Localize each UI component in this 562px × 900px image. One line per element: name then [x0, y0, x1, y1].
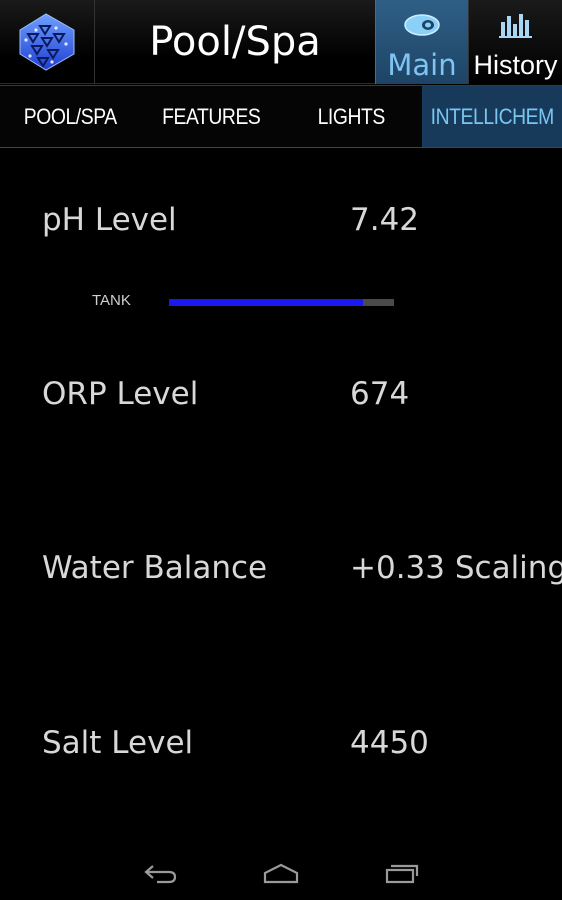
system-nav-bar [0, 844, 562, 900]
tab-intellichem[interactable]: INTELLICHEM [421, 86, 562, 147]
page-title: Pool/Spa [149, 19, 321, 65]
tab-lights[interactable]: LIGHTS [281, 86, 422, 147]
pool-icon [376, 8, 468, 42]
water-balance-label: Water Balance [42, 550, 268, 586]
app-header: Pool/Spa Main History [0, 0, 562, 84]
recent-apps-icon [385, 864, 419, 884]
salt-level-label: Salt Level [42, 725, 194, 761]
tank-level-bar [169, 299, 394, 306]
salt-level-value: 4450 [350, 725, 429, 761]
water-balance-row: Water Balance +0.33 Scaling [0, 538, 562, 598]
orp-level-row: ORP Level 674 [0, 364, 562, 424]
salt-level-row: Salt Level 4450 [0, 713, 562, 773]
logo[interactable] [0, 0, 95, 84]
tab-label: INTELLICHEM [430, 103, 554, 129]
history-button-label: History [473, 50, 558, 80]
tab-features[interactable]: FEATURES [141, 86, 282, 147]
tab-label: LIGHTS [317, 103, 386, 129]
orp-level-value: 674 [350, 376, 410, 412]
tab-label: POOL/SPA [23, 103, 117, 129]
water-balance-value: +0.33 Scaling [350, 550, 562, 586]
main-button-label: Main [387, 48, 457, 82]
back-button[interactable] [131, 858, 191, 888]
home-icon [263, 863, 299, 884]
main-button[interactable]: Main [375, 0, 468, 84]
home-button[interactable] [251, 858, 311, 888]
orp-level-label: ORP Level [42, 376, 199, 412]
recent-apps-button[interactable] [371, 858, 431, 888]
bar-chart-icon [469, 8, 562, 42]
ph-level-value: 7.42 [350, 202, 420, 238]
pentair-logo-icon [19, 13, 75, 71]
tab-label: FEATURES [161, 103, 261, 129]
ph-level-row: pH Level 7.42 [0, 190, 562, 250]
tab-bar: POOL/SPA FEATURES LIGHTS INTELLICHEM [0, 85, 562, 148]
ph-level-label: pH Level [42, 202, 177, 238]
tab-pool-spa[interactable]: POOL/SPA [0, 86, 141, 147]
back-icon [144, 865, 177, 884]
tank-level-fill [169, 299, 363, 306]
tank-label: TANK [92, 292, 131, 309]
history-button[interactable]: History [468, 0, 562, 84]
